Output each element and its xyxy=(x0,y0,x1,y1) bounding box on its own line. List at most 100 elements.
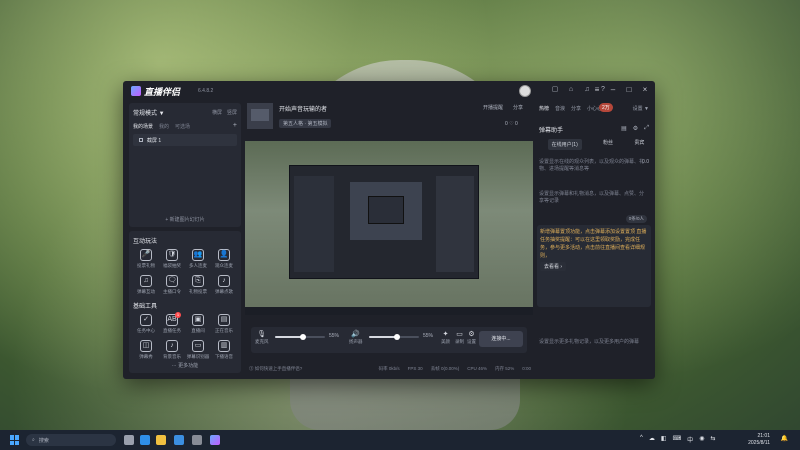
tab-vip[interactable]: 贵宾 xyxy=(634,139,644,150)
tab-fans[interactable]: 粉丝 xyxy=(603,139,613,150)
live-companion-taskbar-icon[interactable] xyxy=(210,435,220,445)
mic-slider-knob[interactable] xyxy=(299,334,306,340)
tool-live-task[interactable]: AB 1 直播任务 xyxy=(159,312,185,334)
maximize-button[interactable]: □ xyxy=(625,85,633,95)
network-icon[interactable]: ◉ xyxy=(699,435,704,444)
store-icon[interactable] xyxy=(174,435,184,445)
tool-danmu-reader[interactable]: ▭ 弹幕识别器 xyxy=(185,340,211,360)
tool-vote-gift[interactable]: 🎤 投票礼物 xyxy=(133,249,159,269)
gear-icon[interactable]: ⚙ xyxy=(633,125,638,132)
live-cover[interactable] xyxy=(247,103,273,129)
tool-now-music[interactable]: ▤ 正在音乐 xyxy=(211,314,237,334)
shield-icon: 🛡 xyxy=(166,249,178,261)
close-button[interactable]: × xyxy=(641,85,649,95)
speaker-control[interactable]: 🔊 扬声器 xyxy=(349,331,363,345)
avatar[interactable] xyxy=(519,85,531,97)
live-title[interactable]: 开始声音玩输的者 xyxy=(279,104,327,113)
quick-start-link[interactable]: ⓵ 如何快速上手直播伴侣? xyxy=(249,366,302,372)
bgm-icon: ♪ xyxy=(166,340,178,352)
volume-icon[interactable]: ⇆ xyxy=(710,435,715,444)
windows-start-icon[interactable] xyxy=(10,435,20,445)
preview-window xyxy=(289,165,479,279)
more-functions-link[interactable]: ⋯ 更多功能 xyxy=(133,362,237,369)
live-category[interactable]: 第五人格 · 第五模拟 xyxy=(279,119,332,128)
stream-preview[interactable] xyxy=(245,141,533,315)
tool-bgm[interactable]: ♪ 背景音乐 xyxy=(159,340,185,360)
tool-offline-voice[interactable]: ▥ 下播语音 xyxy=(211,340,237,360)
mode-dropdown[interactable]: 常规模式 ▼ xyxy=(133,108,165,117)
tab-hot[interactable]: 热榜 xyxy=(539,105,549,112)
online-hint: 设置显示在线的观众列表，以及观众的弹幕、礼物、进场提醒等消息等 xyxy=(539,159,645,172)
record-button[interactable]: ▭ 录制 xyxy=(455,331,464,345)
mic-control[interactable]: 🎙 麦克风 xyxy=(255,331,269,345)
tool-live-room[interactable]: ▣ 直播间 xyxy=(185,314,211,334)
beauty-button[interactable]: ✦ 美颜 xyxy=(441,331,450,345)
tab-sound-wave[interactable]: 音浪 xyxy=(555,105,565,112)
tool-song-request[interactable]: ♪ 弹幕点歌 xyxy=(211,275,237,295)
check-icon: ✓ xyxy=(140,314,152,326)
file-explorer-icon[interactable] xyxy=(156,435,166,445)
tool-lucky-bag[interactable]: 🛡 福袋抽奖 xyxy=(159,249,185,269)
tab-my-scenes[interactable]: 我的场景 xyxy=(133,123,153,130)
scene-item[interactable]: 截屏 1 xyxy=(133,134,237,146)
tab-optional[interactable]: 可选场 xyxy=(175,123,190,130)
mic-slider[interactable] xyxy=(275,334,325,340)
tool-danmu-interact[interactable]: ♫ 弹幕互动 xyxy=(133,275,159,295)
speaker-slider-knob[interactable] xyxy=(393,334,400,340)
portrait-link[interactable]: 竖屏 xyxy=(227,109,237,116)
record-label: 录制 xyxy=(455,339,464,344)
tool-multi-mic[interactable]: 👥 多人连麦 xyxy=(185,249,211,269)
live-companion-window: 直播伴侣 6.4.8.2 ▢ ⌂ ♫ ? ≡ – □ × 常规模式 ▼ 横屏 竖… xyxy=(123,81,655,379)
playlist-icon: ▤ xyxy=(218,314,230,326)
speaker-slider[interactable] xyxy=(369,334,419,340)
tab-share[interactable]: 分享 xyxy=(571,105,581,112)
tool-anchor-command[interactable]: 🗨 主播口令 xyxy=(159,275,185,295)
tool-audience-mic[interactable]: 👤 观众连麦 xyxy=(211,249,237,269)
minimize-button[interactable]: – xyxy=(609,85,617,95)
notification-bell-icon[interactable]: 🔔 xyxy=(781,435,788,442)
keyboard-icon[interactable]: ⌨ xyxy=(673,435,682,444)
tool-gift-vote[interactable]: ⎘ 礼物投票 xyxy=(185,275,211,295)
title-bar[interactable]: 直播伴侣 6.4.8.2 ▢ ⌂ ♫ ? ≡ – □ × xyxy=(123,81,655,101)
tool-task-center[interactable]: ✓ 任务中心 xyxy=(133,314,159,334)
expand-icon[interactable]: ⤢ xyxy=(644,125,649,132)
clock-time: 21:01 xyxy=(757,433,770,439)
app-icon[interactable] xyxy=(192,435,202,445)
right-settings-dropdown[interactable]: 设置 ▼ xyxy=(633,105,649,112)
gift-icon[interactable]: ⌂ xyxy=(567,86,575,94)
task-view-icon[interactable] xyxy=(124,435,134,445)
mic-percent: 55% xyxy=(329,333,340,339)
voice-icon: ▥ xyxy=(218,340,230,352)
headset-icon[interactable]: ♫ xyxy=(583,86,591,94)
danmu-icon: ◫ xyxy=(140,340,152,352)
tab-mine[interactable]: 我的 xyxy=(159,123,169,130)
settings-button[interactable]: ⚙ 设置 xyxy=(467,331,476,345)
live-notice-link[interactable]: 开播提醒 xyxy=(483,104,503,111)
add-slideshow-button[interactable]: + 新建图片幻灯片 xyxy=(133,216,237,223)
preview-inner xyxy=(350,182,422,240)
menu-icon[interactable]: ≡ xyxy=(593,85,601,95)
mic-icon: 🎤 xyxy=(140,249,152,261)
cloud-icon[interactable]: ☁ xyxy=(649,435,655,444)
app-tray-icon[interactable]: ◧ xyxy=(661,435,667,444)
message-icon[interactable]: ▢ xyxy=(551,86,559,94)
list-icon[interactable]: ▤ xyxy=(621,125,627,132)
share-link[interactable]: 分享 xyxy=(513,104,523,111)
tool-danmu-show[interactable]: ◫ 弹幕秀 xyxy=(133,340,159,360)
tray-expand-icon[interactable]: ^ xyxy=(640,435,643,444)
status-memory: 内存 52% xyxy=(494,366,515,371)
edge-icon[interactable] xyxy=(140,435,150,445)
ime-icon[interactable]: 中 xyxy=(687,435,693,444)
start-live-button[interactable]: 连接中... xyxy=(479,331,523,347)
notice-go-button[interactable]: 去看看 › xyxy=(540,262,567,271)
add-scene-icon[interactable]: + xyxy=(233,122,237,129)
speaker-slider-fill xyxy=(369,336,397,338)
note-icon: ♪ xyxy=(218,275,230,287)
tab-online-users[interactable]: 在线用户(1) xyxy=(547,139,582,150)
clock[interactable]: 21:01 2025/8/11 xyxy=(748,433,770,447)
taskbar-search[interactable]: ⌕ 搜索 xyxy=(26,434,116,446)
status-cpu: CPU 46% xyxy=(467,366,487,371)
basic-title: 基础工具 xyxy=(133,304,158,310)
ab-icon: AB 1 xyxy=(166,312,181,326)
landscape-link[interactable]: 横屏 xyxy=(212,109,222,116)
